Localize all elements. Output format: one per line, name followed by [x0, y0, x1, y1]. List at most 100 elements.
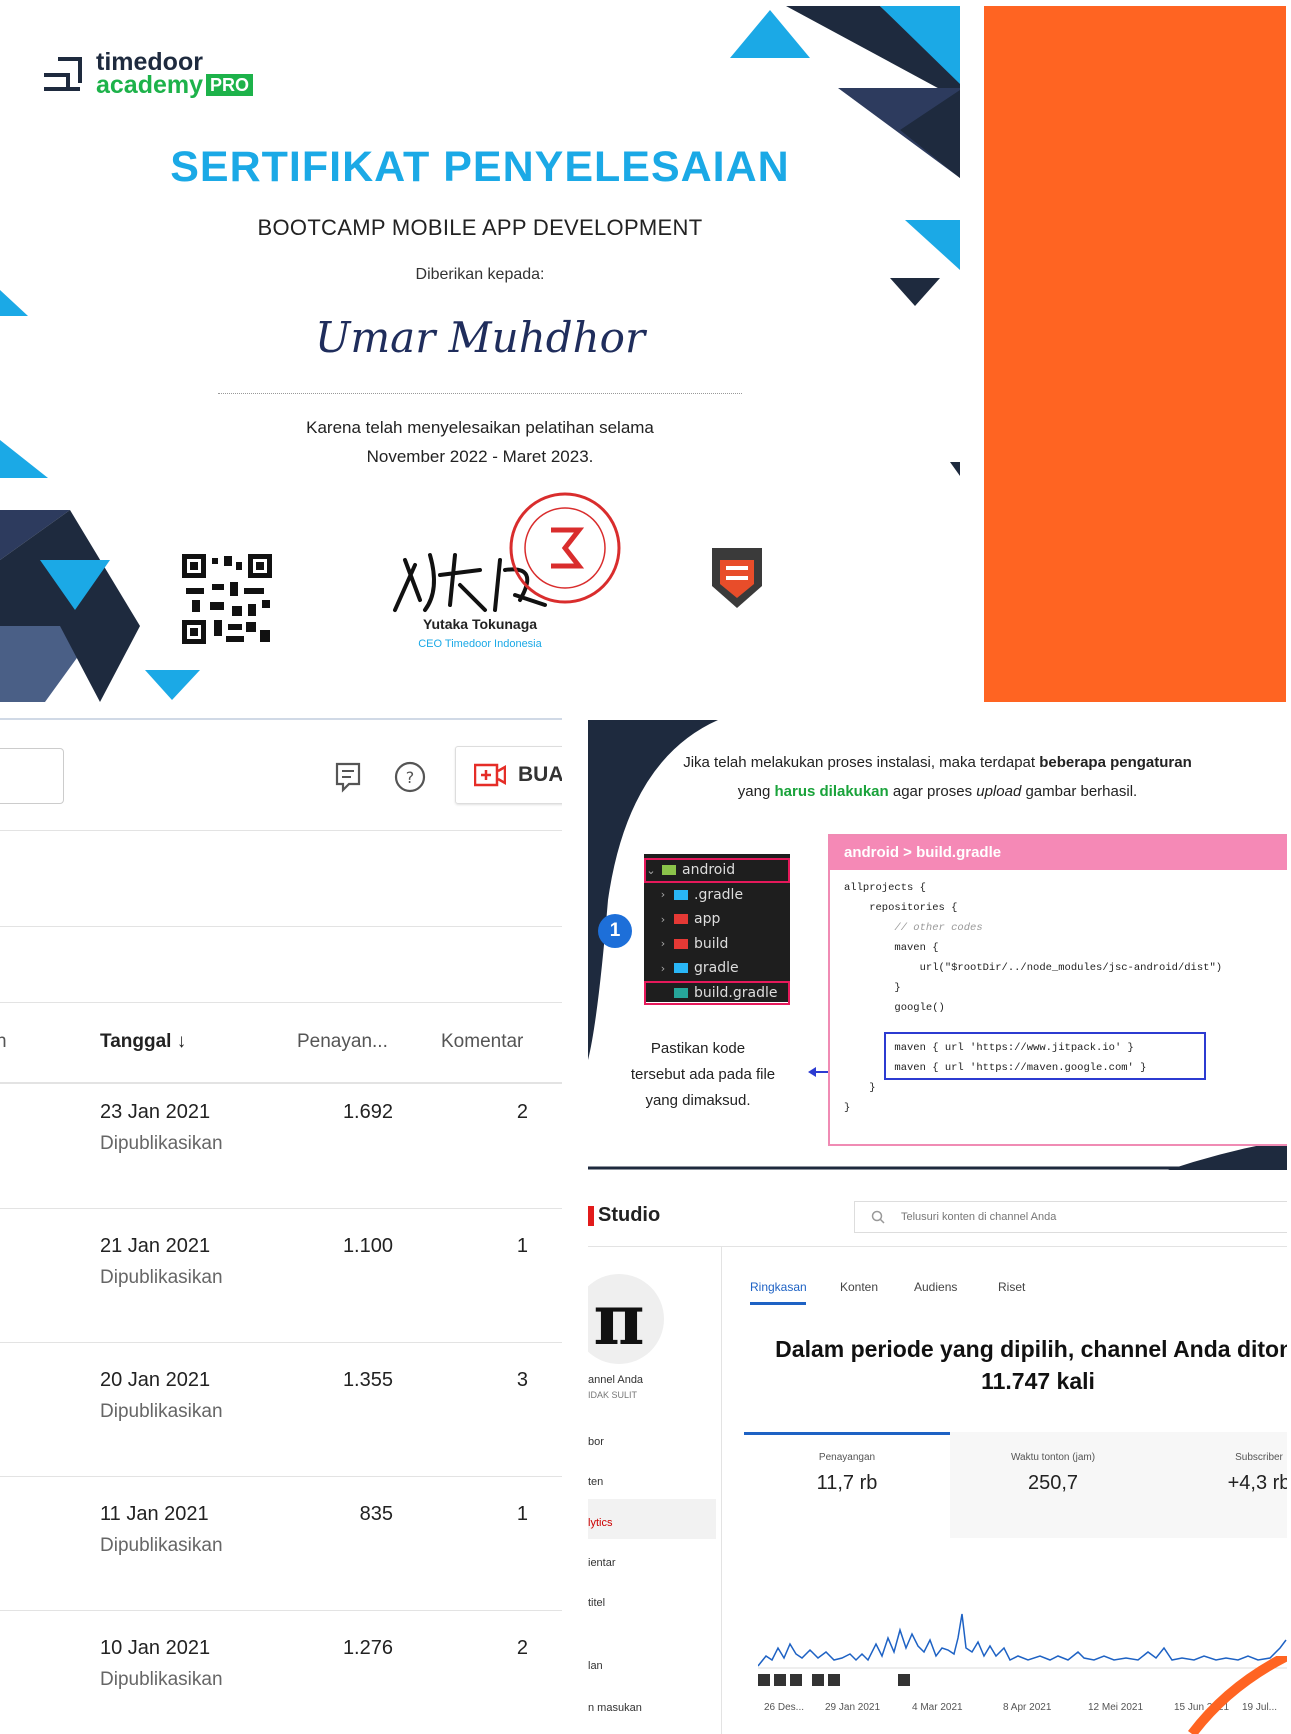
- metric-label: Waktu tonton (jam): [1010, 1452, 1096, 1463]
- row-comments: 1: [516, 1503, 528, 1525]
- sidebar-item-feedback[interactable]: n masukan: [588, 1702, 642, 1714]
- row-views: 1.100: [342, 1235, 393, 1257]
- logo-pro-badge: PRO: [206, 74, 254, 96]
- orange-panel: [984, 6, 1286, 702]
- row-views: 1.692: [342, 1101, 393, 1123]
- channel-label: annel Anda: [588, 1374, 644, 1386]
- svg-text:?: ?: [406, 768, 415, 787]
- row-status: Dipublikasikan: [100, 1133, 223, 1154]
- metric-card-views[interactable]: Penayangan 11,7 rb: [744, 1432, 950, 1538]
- folder-icon: [674, 963, 688, 974]
- metric-value: 250,7: [1027, 1472, 1079, 1494]
- timedoor-logo-icon: [44, 57, 82, 91]
- column-header-views[interactable]: Penayan...: [297, 1031, 388, 1053]
- code-line: allprojects {: [844, 882, 926, 894]
- timedoor-logo: timedoor academy PRO: [40, 50, 254, 99]
- orange-curve-decoration: [1188, 1656, 1287, 1734]
- x-tick: 8 Apr 2021: [1003, 1702, 1052, 1713]
- row-status: Dipublikasikan: [100, 1669, 223, 1690]
- row-status: Dipublikasikan: [100, 1401, 223, 1422]
- row-comments: 2: [516, 1637, 528, 1659]
- row-date: 11 Jan 2021: [100, 1503, 209, 1525]
- tab-overview[interactable]: Ringkasan: [750, 1280, 807, 1294]
- certificate-divider: [218, 393, 742, 394]
- code-line: google(): [844, 1002, 945, 1014]
- sidebar-item-comments[interactable]: ientar: [588, 1557, 616, 1569]
- channel-name: IDAK SULIT: [588, 1390, 638, 1400]
- tree-item-build-gradle: build.gradle: [644, 980, 790, 1005]
- search-icon: [871, 1210, 885, 1224]
- folder-icon: [674, 914, 688, 925]
- column-header-date[interactable]: Tanggal ↓: [100, 1031, 186, 1053]
- certificate-given-to: Diberikan kepada:: [415, 266, 545, 283]
- x-tick: 12 Mei 2021: [1088, 1702, 1144, 1713]
- tree-item-app: › app: [660, 911, 721, 928]
- metric-label: Subscriber: [1235, 1452, 1283, 1463]
- sidebar-item-analytics[interactable]: lytics: [588, 1517, 612, 1529]
- yt-studio-panel: Studio Telusuri konten di channel Anda π…: [588, 1186, 1287, 1734]
- stem-badge: [712, 548, 762, 608]
- slide-caption-line2: tersebut ada pada file: [630, 1066, 776, 1083]
- row-comments: 1: [516, 1235, 528, 1257]
- certificate-recipient: Umar Muhdhor: [314, 313, 646, 362]
- row-comments: 2: [516, 1101, 528, 1123]
- column-header-comments[interactable]: Komentar: [441, 1031, 523, 1053]
- yt-video-table: ? BUA n Tanggal ↓ Penayan... Komentar 23…: [0, 718, 562, 1734]
- tab-active-indicator: [750, 1302, 806, 1305]
- filter-input[interactable]: [0, 748, 64, 804]
- code-line: }: [844, 1082, 876, 1094]
- folder-icon: [674, 889, 688, 900]
- row-views: 1.355: [342, 1369, 393, 1391]
- sidebar-item-content[interactable]: ten: [588, 1476, 603, 1488]
- column-header-partial: n: [0, 1031, 7, 1053]
- studio-logo[interactable]: Studio: [588, 1204, 660, 1227]
- signatory-role: CEO Timedoor Indonesia: [418, 638, 542, 650]
- sidebar-item-subtitles[interactable]: titel: [588, 1597, 605, 1609]
- tree-item-build: › build: [660, 935, 729, 952]
- youtube-logo-icon: [588, 1205, 594, 1226]
- studio-headline-count: 11.747 kali: [981, 1368, 1095, 1394]
- metric-card-watchtime[interactable]: Waktu tonton (jam) 250,7: [950, 1432, 1156, 1538]
- highlight-box: [884, 1032, 1206, 1080]
- x-tick: 29 Jan 2021: [825, 1702, 881, 1713]
- channel-avatar[interactable]: π: [588, 1274, 664, 1364]
- certificate-image: timedoor academy PRO SERTIFIKAT PENYELESA…: [0, 0, 960, 702]
- sidebar-item-dashboard[interactable]: bor: [588, 1436, 604, 1448]
- tree-item-android: ⌄ android: [644, 858, 790, 883]
- metric-value: 11,7 rb: [816, 1472, 878, 1494]
- feedback-icon[interactable]: [331, 760, 365, 794]
- certificate-subtitle: BOOTCAMP MOBILE APP DEVELOPMENT: [257, 215, 703, 240]
- row-comments: 3: [516, 1369, 528, 1391]
- signatory-name: Yutaka Tokunaga: [422, 616, 538, 632]
- tab-content[interactable]: Konten: [840, 1280, 878, 1294]
- certificate-reason-line2: November 2022 - Maret 2023.: [366, 447, 594, 466]
- x-tick: 4 Mar 2021: [912, 1702, 963, 1713]
- video-markers: [758, 1674, 910, 1686]
- code-line: }: [844, 982, 901, 994]
- gradle-file-icon: [674, 987, 688, 998]
- tab-audience[interactable]: Audiens: [914, 1280, 957, 1294]
- file-tree: ⌄ android › .gradle › app › build › gradle bu…: [644, 854, 790, 1005]
- code-line: repositories {: [844, 902, 958, 914]
- slide-instruction-line2: yang harus dilakukan agar proses upload …: [737, 783, 1138, 800]
- row-status: Dipublikasikan: [100, 1535, 223, 1556]
- code-line: maven {: [844, 942, 939, 954]
- studio-search-placeholder: Telusuri konten di channel Anda: [901, 1211, 1057, 1223]
- code-panel-title: android > build.gradle: [830, 836, 1287, 870]
- code-line: url("$rootDir/../node_modules/jsc-androi…: [844, 962, 1223, 974]
- studio-search-input[interactable]: Telusuri konten di channel Anda: [854, 1201, 1287, 1233]
- row-date: 10 Jan 2021: [100, 1637, 211, 1659]
- row-date: 23 Jan 2021: [100, 1101, 211, 1123]
- tree-item-gradle: › gradle: [660, 960, 739, 977]
- create-button[interactable]: BUA: [455, 746, 562, 804]
- code-line: // other codes: [844, 922, 983, 934]
- tab-research[interactable]: Riset: [998, 1280, 1025, 1294]
- metric-card-subscribers[interactable]: Subscriber +4,3 rb: [1156, 1432, 1287, 1538]
- tutorial-slide: Jika telah melakukan proses instalasi, m…: [588, 720, 1287, 1170]
- help-icon[interactable]: ?: [393, 760, 427, 794]
- create-button-label: BUA: [518, 763, 562, 786]
- logo-text-academy: academy: [96, 71, 204, 99]
- sidebar-item-settings[interactable]: lan: [588, 1660, 603, 1672]
- row-date: 20 Jan 2021: [100, 1369, 211, 1391]
- row-date: 21 Jan 2021: [100, 1235, 211, 1257]
